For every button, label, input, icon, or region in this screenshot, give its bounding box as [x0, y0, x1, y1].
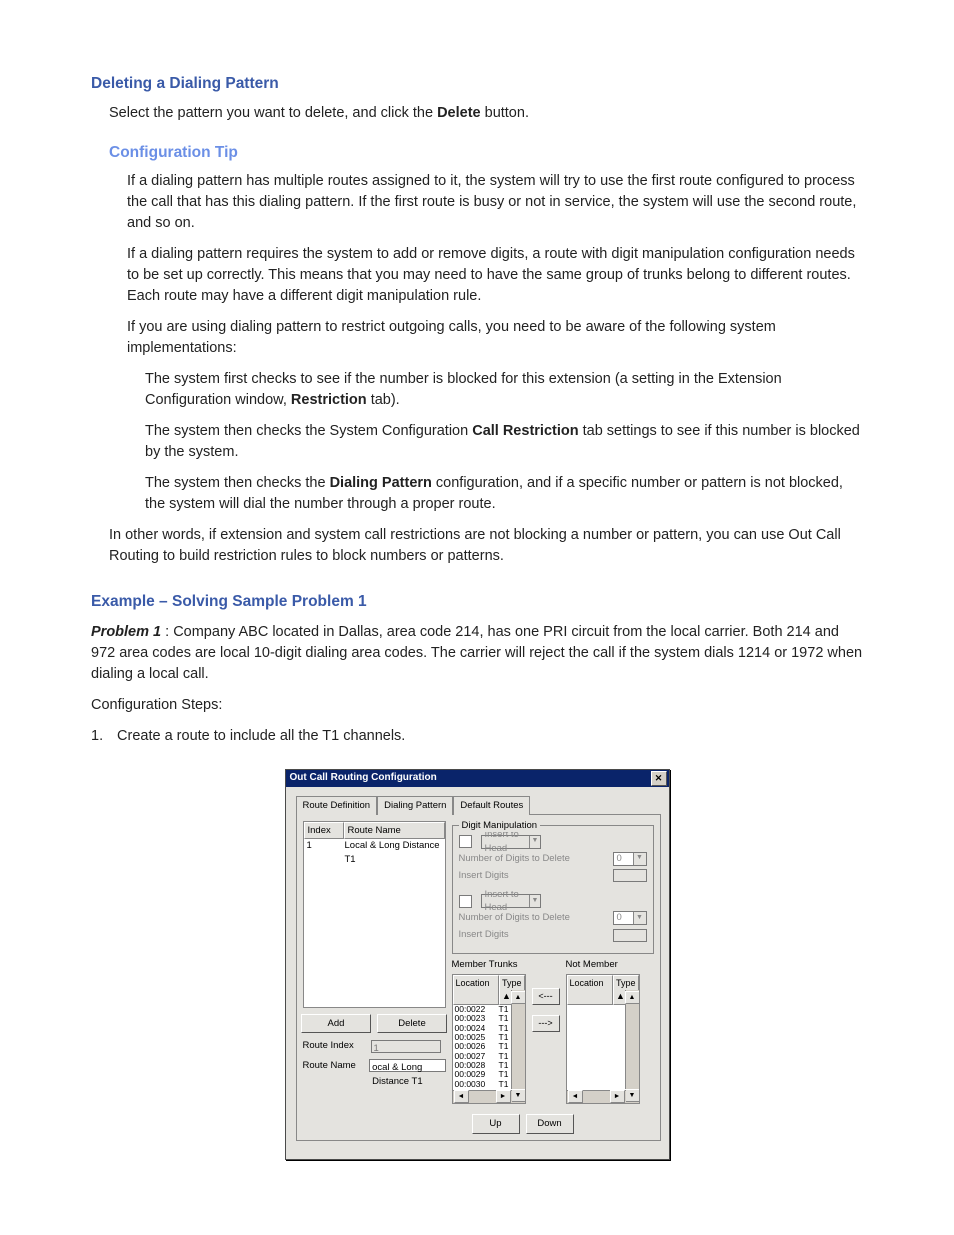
close-icon[interactable]: ✕ [651, 771, 667, 786]
checkbox-insert-head-1[interactable] [459, 835, 472, 848]
insert-head-select-2[interactable]: Insert to Head▼ [481, 894, 541, 908]
route-name-field[interactable]: ocal & Long Distance T1 [369, 1059, 445, 1072]
label-route-name: Route Name [303, 1059, 364, 1073]
delete-button[interactable]: Delete [377, 1014, 447, 1034]
example-body: Problem 1 : Company ABC located in Dalla… [91, 622, 863, 685]
tab-route-definition[interactable]: Route Definition [296, 796, 378, 815]
scroll-up-icon[interactable]: ▲ [625, 991, 640, 1004]
route-row-name: Local & Long Distance T1 [342, 839, 445, 867]
scroll-right-icon[interactable]: ► [610, 1090, 625, 1103]
b1c: tab). [371, 392, 400, 408]
config-steps-label: Configuration Steps: [91, 695, 863, 716]
heading-config-tip: Configuration Tip [109, 142, 863, 164]
scroll-left-icon[interactable]: ◄ [568, 1090, 583, 1103]
move-left-button[interactable]: <--- [532, 988, 560, 1005]
step-1-number: 1. [91, 726, 113, 747]
label-num-delete-2: Number of Digits to Delete [459, 911, 608, 925]
scroll-down-icon[interactable]: ▼ [511, 1089, 526, 1102]
scroll-left-icon[interactable]: ◄ [454, 1090, 469, 1103]
num-delete-select-1[interactable]: 0▼ [613, 852, 647, 866]
insert-digits-field-1 [613, 869, 647, 882]
tab-default-routes[interactable]: Default Routes [453, 796, 530, 815]
b1a: The system first checks to see if the nu… [145, 371, 782, 408]
col-route-name: Route Name [344, 822, 445, 840]
member-hscroll[interactable]: ◄ ► [453, 1090, 512, 1103]
b3a: The system then checks the [145, 475, 330, 491]
heading-example: Example – Solving Sample Problem 1 [91, 591, 863, 613]
group-caption: Digit Manipulation [459, 819, 541, 833]
label-not-member: Not Member [566, 958, 640, 972]
heading-deleting-pattern: Deleting a Dialing Pattern [91, 73, 863, 95]
route-index-field: 1 [371, 1040, 441, 1053]
b2a: The system then checks the System Config… [145, 423, 472, 439]
chevron-down-icon: ▼ [633, 853, 646, 865]
step-1-text: Create a route to include all the T1 cha… [117, 728, 405, 744]
chevron-down-icon: ▼ [529, 836, 539, 848]
dialog-tabs: Route Definition Dialing Pattern Default… [296, 795, 661, 814]
chevron-down-icon: ▼ [529, 895, 539, 907]
problem-label: Problem 1 [91, 624, 161, 640]
b1b: Restriction [291, 392, 367, 408]
out-call-routing-dialog: Out Call Routing Configuration ✕ Route D… [285, 769, 670, 1160]
intro-paragraph: Select the pattern you want to delete, a… [109, 103, 863, 124]
insert-head-select-1[interactable]: Insert to Head▼ [481, 835, 541, 849]
label-route-index: Route Index [303, 1039, 365, 1053]
scroll-right-icon[interactable]: ► [496, 1090, 511, 1103]
label-insert-digits-2: Insert Digits [459, 928, 608, 942]
tip-bullet-3: The system then checks the Dialing Patte… [145, 473, 863, 515]
up-button[interactable]: Up [472, 1114, 520, 1134]
member-vscroll[interactable]: ▲ ▼ [511, 990, 525, 1103]
tip-para-1: If a dialing pattern has multiple routes… [127, 171, 863, 234]
checkbox-insert-head-2[interactable] [459, 895, 472, 908]
col-index: Index [304, 822, 344, 840]
tip-bullet-2: The system then checks the System Config… [145, 421, 863, 463]
move-right-button[interactable]: ---> [532, 1015, 560, 1032]
route-list[interactable]: Index Route Name 1 Local & Long Distance… [303, 821, 446, 1008]
add-button[interactable]: Add [301, 1014, 371, 1034]
col-location-n: Location [567, 975, 613, 1005]
notmember-hscroll[interactable]: ◄ ► [567, 1090, 626, 1103]
tip-para-3: If you are using dialing pattern to rest… [127, 317, 863, 359]
label-member-trunks: Member Trunks [452, 958, 526, 972]
tip-bullet-1: The system first checks to see if the nu… [145, 369, 863, 411]
digit-manipulation-group: Digit Manipulation Insert to Head▼ Numbe… [452, 825, 654, 955]
notmember-vscroll[interactable]: ▲ ▼ [625, 990, 639, 1103]
b3b: Dialing Pattern [330, 475, 432, 491]
num-delete-select-2[interactable]: 0▼ [613, 911, 647, 925]
tab-dialing-pattern[interactable]: Dialing Pattern [377, 796, 453, 815]
tab-panel: Index Route Name 1 Local & Long Distance… [296, 814, 661, 1141]
route-row-index: 1 [304, 839, 342, 867]
route-row[interactable]: 1 Local & Long Distance T1 [304, 839, 445, 867]
chevron-down-icon: ▼ [633, 912, 646, 924]
delete-button-ref: Delete [437, 105, 481, 121]
step-1: 1. Create a route to include all the T1 … [91, 726, 863, 747]
tip-para-4: In other words, if extension and system … [109, 525, 863, 567]
dialog-title: Out Call Routing Configuration [290, 771, 437, 786]
b2b: Call Restriction [472, 423, 578, 439]
problem-text: : Company ABC located in Dallas, area co… [91, 624, 862, 682]
scroll-up-icon[interactable]: ▲ [511, 991, 526, 1004]
intro-text-b: button. [485, 105, 529, 121]
col-location-m: Location [453, 975, 499, 1005]
dialog-titlebar: Out Call Routing Configuration ✕ [286, 770, 669, 787]
intro-text-a: Select the pattern you want to delete, a… [109, 105, 437, 121]
down-button[interactable]: Down [526, 1114, 574, 1134]
not-member-list[interactable]: Location Type ▲ ▲ ▼ ◄ ► [566, 974, 640, 1104]
insert-digits-field-2 [613, 929, 647, 942]
label-insert-digits-1: Insert Digits [459, 869, 608, 883]
tip-para-2: If a dialing pattern requires the system… [127, 244, 863, 307]
member-trunks-list[interactable]: Location Type ▲ 00:0022T100:0023T100:002… [452, 974, 526, 1104]
label-num-delete-1: Number of Digits to Delete [459, 852, 608, 866]
scroll-down-icon[interactable]: ▼ [625, 1089, 640, 1102]
